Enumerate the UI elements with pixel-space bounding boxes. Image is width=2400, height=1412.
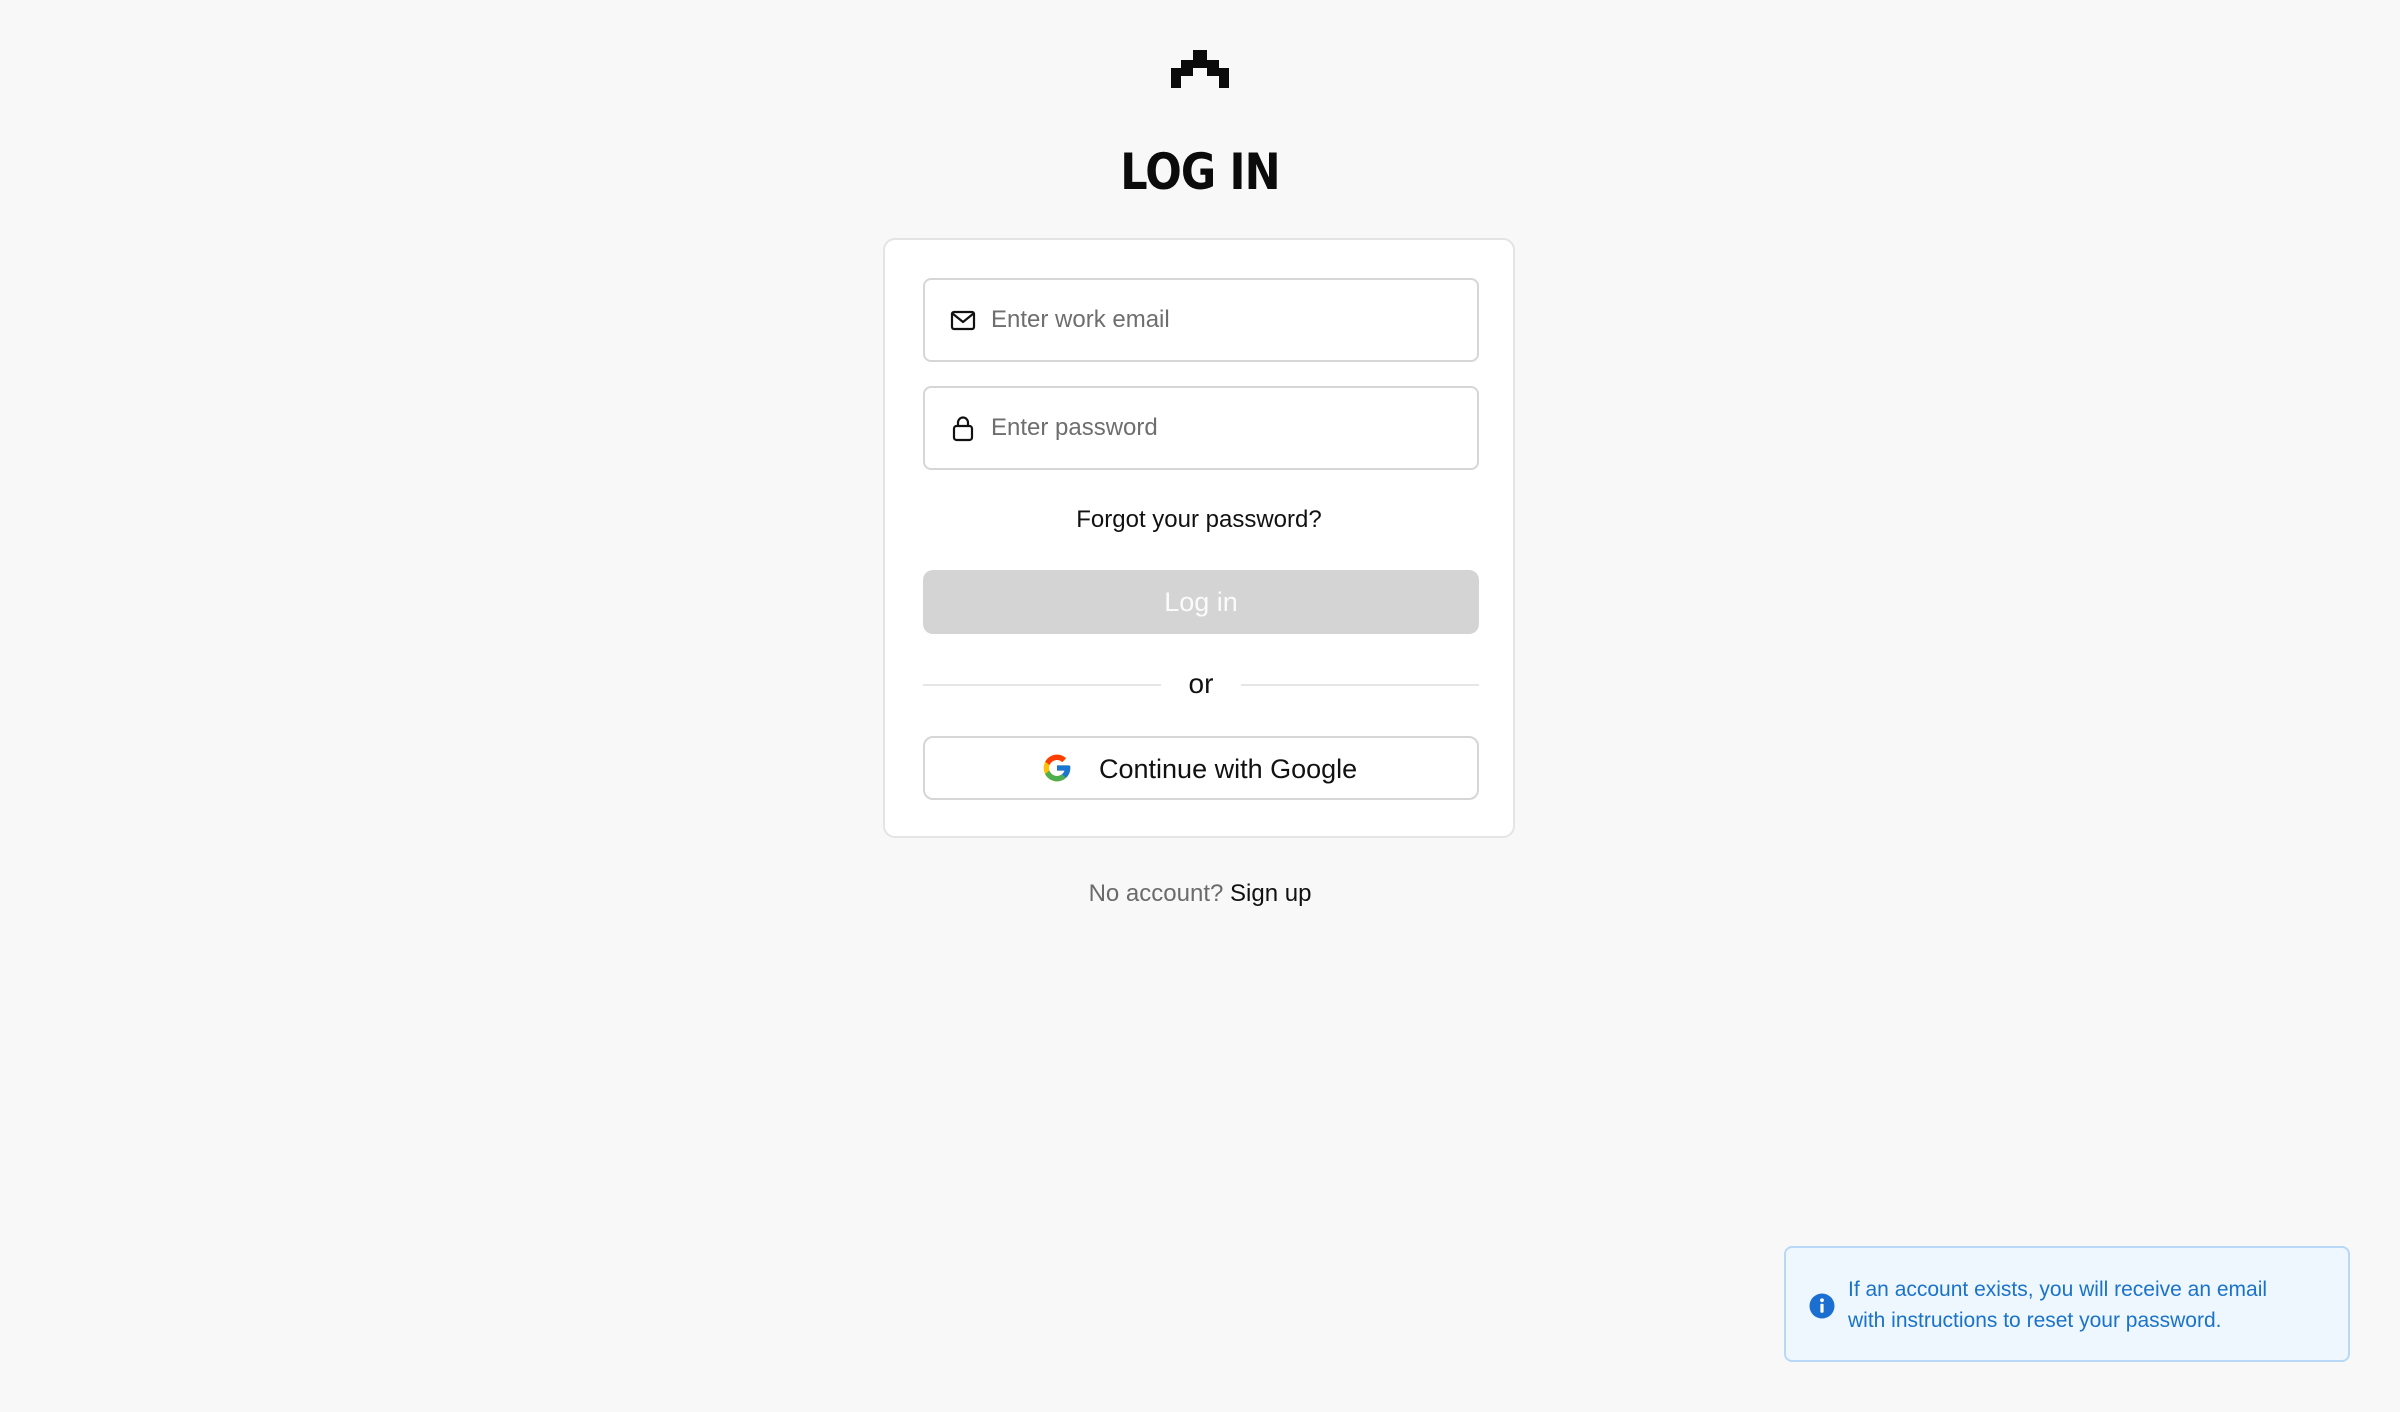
google-icon xyxy=(1043,754,1071,782)
brand-logo-icon xyxy=(1171,50,1229,88)
continue-with-google-button[interactable]: Continue with Google xyxy=(923,736,1479,800)
lock-icon xyxy=(952,416,974,442)
google-button-label: Continue with Google xyxy=(1099,754,1358,784)
email-input[interactable] xyxy=(991,280,1461,360)
toast-message: If an account exists, you will receive a… xyxy=(1848,1274,2328,1336)
password-field[interactable] xyxy=(923,386,1479,470)
toast-line-1: If an account exists, you will receive a… xyxy=(1848,1278,2268,1301)
signup-link[interactable]: Sign up xyxy=(1230,880,1311,907)
password-input[interactable] xyxy=(991,388,1461,468)
reset-info-toast: If an account exists, you will receive a… xyxy=(1784,1246,2350,1362)
divider-right xyxy=(1241,684,1479,686)
no-account-text: No account? xyxy=(1088,880,1224,907)
login-card: Forgot your password? Log in or Continue… xyxy=(883,238,1515,838)
divider-left xyxy=(923,684,1161,686)
mail-icon xyxy=(950,310,976,331)
info-icon xyxy=(1809,1293,1835,1319)
signup-prompt: No account? Sign up xyxy=(0,880,2400,908)
forgot-password-link[interactable]: Forgot your password? xyxy=(885,506,1513,534)
email-field[interactable] xyxy=(923,278,1479,362)
page-title: LOG IN xyxy=(1120,143,1280,201)
toast-line-2: with instructions to reset your password… xyxy=(1848,1309,2222,1332)
login-button[interactable]: Log in xyxy=(923,570,1479,634)
divider-or-label: or xyxy=(1188,668,1214,699)
